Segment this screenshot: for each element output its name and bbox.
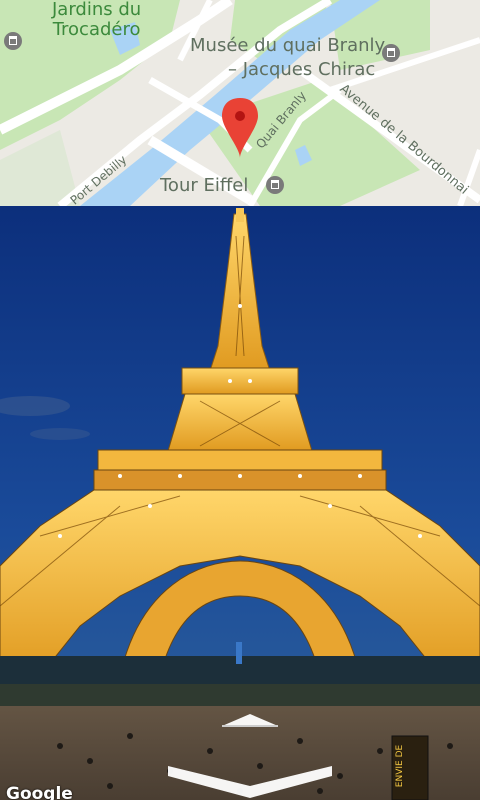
museum-icon[interactable]	[382, 44, 400, 62]
map-view[interactable]: Jardins du Trocadéro Musée du quai Branl…	[0, 0, 480, 206]
poster-board: ENVIE DE	[391, 735, 429, 800]
map-label-jardins[interactable]: Jardins du Trocadéro	[52, 0, 141, 40]
map-label-tour-eiffel[interactable]: Tour Eiffel	[160, 176, 248, 196]
museum-icon[interactable]	[4, 32, 22, 50]
google-attribution: Google	[6, 784, 73, 800]
map-label-musee-line2[interactable]: – Jacques Chirac	[228, 60, 375, 80]
svg-text:ENVIE DE: ENVIE DE	[395, 744, 405, 787]
landmark-icon[interactable]	[266, 176, 284, 194]
map-label-musee-line1[interactable]: Musée du quai Branly	[190, 36, 385, 56]
eiffel-tower-image[interactable]: ENVIE DE	[0, 206, 480, 800]
street-view-panorama[interactable]: ENVIE DE Google	[0, 206, 480, 800]
map-label-jardins-text: Jardins du Trocadéro	[52, 0, 142, 40]
